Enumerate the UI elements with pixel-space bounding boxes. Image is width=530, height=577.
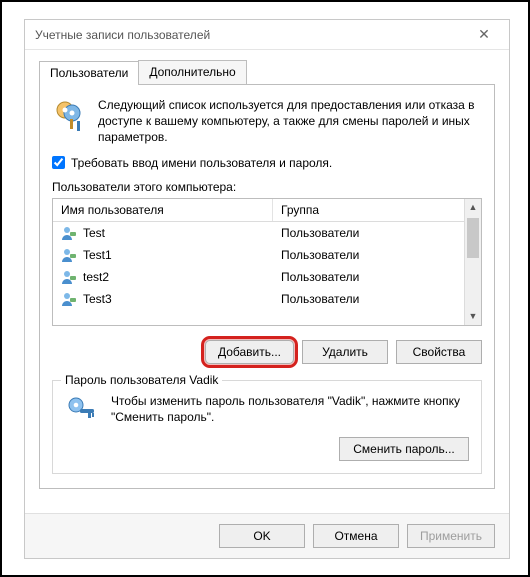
table-row[interactable]: Test3 Пользователи <box>53 288 464 310</box>
user-accounts-dialog: Учетные записи пользователей ✕ Пользоват… <box>24 19 510 559</box>
user-icon <box>61 291 77 307</box>
username-cell: Test <box>83 226 105 240</box>
user-icon <box>61 225 77 241</box>
scroll-up-icon[interactable]: ▲ <box>465 199 481 216</box>
username-cell: Test3 <box>83 292 112 306</box>
group-cell: Пользователи <box>273 270 464 284</box>
group-cell: Пользователи <box>273 292 464 306</box>
scroll-track[interactable] <box>465 216 481 308</box>
apply-button[interactable]: Применить <box>407 524 495 548</box>
group-cell: Пользователи <box>273 248 464 262</box>
group-cell: Пользователи <box>273 226 464 240</box>
password-group-legend: Пароль пользователя Vadik <box>61 373 222 387</box>
properties-button[interactable]: Свойства <box>396 340 482 364</box>
tab-users[interactable]: Пользователи <box>39 61 139 85</box>
users-list-label: Пользователи этого компьютера: <box>52 180 482 194</box>
column-username[interactable]: Имя пользователя <box>53 199 273 221</box>
change-password-button[interactable]: Сменить пароль... <box>339 437 469 461</box>
password-group-text: Чтобы изменить пароль пользователя "Vadi… <box>111 393 469 427</box>
require-login-input[interactable] <box>52 156 65 169</box>
info-text: Следующий список используется для предос… <box>98 97 482 146</box>
ok-button[interactable]: OK <box>219 524 305 548</box>
tabstrip: Пользователи Дополнительно <box>39 60 495 84</box>
tab-panel-users: Следующий список используется для предос… <box>39 84 495 489</box>
scroll-thumb[interactable] <box>467 218 479 258</box>
window-title: Учетные записи пользователей <box>35 28 469 42</box>
titlebar: Учетные записи пользователей ✕ <box>25 20 509 50</box>
password-groupbox: Пароль пользователя Vadik Чтобы изме <box>52 380 482 474</box>
user-icon <box>61 247 77 263</box>
dialog-button-bar: OK Отмена Применить <box>25 513 509 558</box>
close-icon[interactable]: ✕ <box>469 26 499 43</box>
add-button[interactable]: Добавить... <box>205 340 294 364</box>
require-login-label: Требовать ввод имени пользователя и паро… <box>71 156 332 170</box>
users-listview[interactable]: Имя пользователя Группа Test <box>52 198 482 326</box>
key-icon <box>65 393 99 427</box>
table-row[interactable]: Test Пользователи <box>53 222 464 244</box>
remove-button[interactable]: Удалить <box>302 340 388 364</box>
listview-scrollbar[interactable]: ▲ ▼ <box>464 199 481 325</box>
scroll-down-icon[interactable]: ▼ <box>465 308 481 325</box>
users-keys-icon <box>52 97 88 146</box>
tab-advanced[interactable]: Дополнительно <box>138 60 246 84</box>
cancel-button[interactable]: Отмена <box>313 524 399 548</box>
table-row[interactable]: test2 Пользователи <box>53 266 464 288</box>
require-login-checkbox[interactable]: Требовать ввод имени пользователя и паро… <box>52 156 482 170</box>
listview-header: Имя пользователя Группа <box>53 199 464 222</box>
user-icon <box>61 269 77 285</box>
username-cell: test2 <box>83 270 109 284</box>
table-row[interactable]: Test1 Пользователи <box>53 244 464 266</box>
username-cell: Test1 <box>83 248 112 262</box>
column-group[interactable]: Группа <box>273 199 464 221</box>
